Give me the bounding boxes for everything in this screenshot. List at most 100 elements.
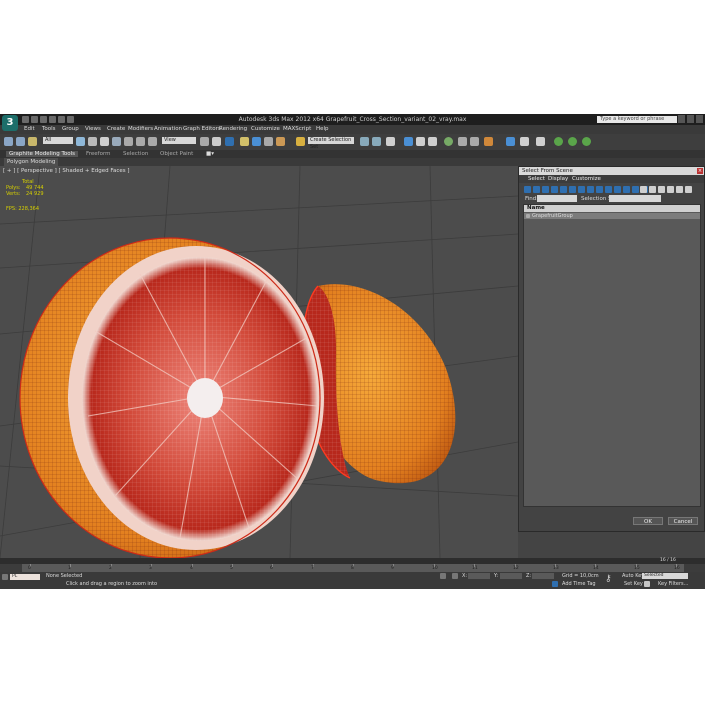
display-influences-icon[interactable]: [649, 186, 656, 193]
render-production-icon[interactable]: [484, 137, 493, 146]
search-input[interactable]: Type a keyword or phrase: [597, 116, 677, 123]
filter-lights-icon[interactable]: [542, 186, 549, 193]
perspective-viewport[interactable]: [ + ] [ Perspective ] [ Shaded + Edged F…: [0, 166, 518, 558]
select-move-icon[interactable]: [124, 137, 133, 146]
time-tag-icon[interactable]: [552, 581, 558, 587]
percent-snap-icon[interactable]: [264, 137, 273, 146]
pivot-center-icon[interactable]: [200, 137, 209, 146]
vray-options-icon[interactable]: [536, 137, 545, 146]
menu-maxscript[interactable]: MAXScript: [283, 126, 311, 132]
find-input[interactable]: [537, 195, 577, 202]
filter-funnel-icon[interactable]: [676, 186, 683, 193]
panel-polygon-modeling[interactable]: Polygon Modeling: [4, 158, 59, 166]
maximize-icon[interactable]: [687, 115, 694, 123]
filter-helpers-icon[interactable]: [560, 186, 567, 193]
set-key-button[interactable]: Set Key: [624, 581, 643, 587]
reference-coord-dropdown[interactable]: View: [162, 137, 196, 144]
columns-icon[interactable]: [667, 186, 674, 193]
filter-spacewarps-icon[interactable]: [569, 186, 576, 193]
y-coordinate-field[interactable]: [500, 573, 522, 579]
unlink-icon[interactable]: [16, 137, 25, 146]
align-icon[interactable]: [372, 137, 381, 146]
select-by-name-icon[interactable]: [88, 137, 97, 146]
minimize-icon[interactable]: [678, 115, 685, 123]
rect-selection-icon[interactable]: [100, 137, 109, 146]
window-crossing-icon[interactable]: [112, 137, 121, 146]
list-item[interactable]: GrapefruitGroup: [524, 213, 700, 219]
menu-group[interactable]: Group: [62, 126, 79, 132]
select-rotate-icon[interactable]: [136, 137, 145, 146]
curve-editor-icon[interactable]: [416, 137, 425, 146]
filter-groups-icon[interactable]: [578, 186, 585, 193]
menu-graph-editors[interactable]: Graph Editors: [183, 126, 221, 132]
menu-animation[interactable]: Animation: [154, 126, 182, 132]
filter-cameras-icon[interactable]: [551, 186, 558, 193]
material-editor-icon[interactable]: [444, 137, 453, 146]
layer-manager-icon[interactable]: [386, 137, 395, 146]
menu-tools[interactable]: Tools: [42, 126, 56, 132]
filter-all-icon[interactable]: [632, 186, 639, 193]
ok-button[interactable]: OK: [633, 517, 663, 525]
vray-rt-icon[interactable]: [582, 137, 591, 146]
snaps-toggle-icon[interactable]: [240, 137, 249, 146]
display-children-icon[interactable]: [640, 186, 647, 193]
schematic-view-icon[interactable]: [428, 137, 437, 146]
viewport-label[interactable]: [ + ] [ Perspective ] [ Shaded + Edged F…: [3, 168, 130, 174]
filter-geometry-icon[interactable]: [524, 186, 531, 193]
vray-render-icon[interactable]: [554, 137, 563, 146]
tab-object-paint[interactable]: Object Paint: [160, 151, 193, 157]
app-logo-icon[interactable]: 3: [2, 115, 18, 131]
track-bar[interactable]: 0 1 2 3 4 5 6 7 8 9 10 11 12 13 14 15 16: [22, 564, 684, 572]
column-header-name[interactable]: Name: [524, 205, 700, 212]
filter-bones-icon[interactable]: [596, 186, 603, 193]
key-icon[interactable]: ⚷: [605, 574, 612, 584]
menu-views[interactable]: Views: [85, 126, 101, 132]
cancel-button[interactable]: Cancel: [668, 517, 698, 525]
spinner-snap-icon[interactable]: [276, 137, 285, 146]
graphite-toggle-icon[interactable]: [404, 137, 413, 146]
vray-fb-icon[interactable]: [506, 137, 515, 146]
select-manipulate-icon[interactable]: [212, 137, 221, 146]
pin-icon[interactable]: [685, 186, 692, 193]
dialog-title[interactable]: Select From Scene: [519, 167, 704, 175]
render-setup-icon[interactable]: [458, 137, 467, 146]
selection-filter-dropdown[interactable]: All: [43, 137, 73, 144]
set-key-icon[interactable]: [644, 581, 650, 587]
keyboard-shortcut-icon[interactable]: [225, 137, 234, 146]
auto-key-button[interactable]: Auto Key: [622, 573, 644, 579]
filter-frozen-icon[interactable]: [614, 186, 621, 193]
menu-rendering[interactable]: Rendering: [219, 126, 247, 132]
key-mode-dropdown[interactable]: Selected: [642, 573, 688, 579]
select-scale-icon[interactable]: [148, 137, 157, 146]
lock-selection-icon[interactable]: [440, 573, 446, 579]
vray-tools-icon[interactable]: [520, 137, 529, 146]
dialog-menu-display[interactable]: Display: [548, 176, 568, 182]
maxscript-mini-listener[interactable]: PL: [10, 574, 40, 580]
dialog-close-icon[interactable]: ×: [697, 168, 703, 174]
tab-selection[interactable]: Selection: [123, 151, 148, 157]
edit-named-sets-icon[interactable]: [296, 137, 305, 146]
angle-snap-icon[interactable]: [252, 137, 261, 146]
filter-hidden-icon[interactable]: [623, 186, 630, 193]
dialog-menu-select[interactable]: Select: [528, 176, 545, 182]
add-time-tag-button[interactable]: Add Time Tag: [562, 581, 596, 587]
z-coordinate-field[interactable]: [532, 573, 554, 579]
mirror-icon[interactable]: [360, 137, 369, 146]
rendered-frame-icon[interactable]: [470, 137, 479, 146]
selection-set-dropdown[interactable]: [609, 195, 661, 202]
dialog-menu-customize[interactable]: Customize: [572, 176, 601, 182]
menu-modifiers[interactable]: Modifiers: [128, 126, 153, 132]
close-icon[interactable]: [696, 115, 703, 123]
ribbon-options-icon[interactable]: ■▾: [206, 151, 214, 157]
vray-ipr-icon[interactable]: [568, 137, 577, 146]
menu-customize[interactable]: Customize: [251, 126, 280, 132]
absolute-mode-icon[interactable]: [452, 573, 458, 579]
filter-xrefs-icon[interactable]: [587, 186, 594, 193]
named-selection-dropdown[interactable]: Create Selection Set: [308, 137, 354, 150]
bind-spacewarp-icon[interactable]: [28, 137, 37, 146]
filter-containers-icon[interactable]: [605, 186, 612, 193]
x-coordinate-field[interactable]: [468, 573, 490, 579]
menu-edit[interactable]: Edit: [24, 126, 35, 132]
menu-help[interactable]: Help: [316, 126, 329, 132]
link-icon[interactable]: [4, 137, 13, 146]
